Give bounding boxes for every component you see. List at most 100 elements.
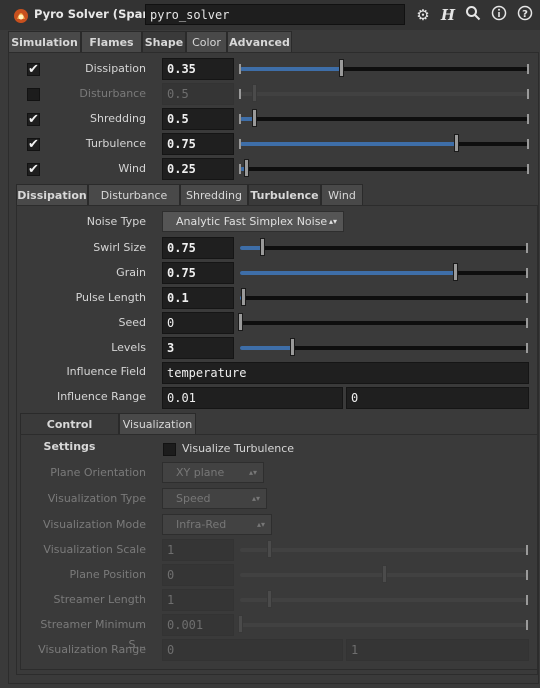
dissipation-slider-handle[interactable] <box>339 59 344 77</box>
streamer-minimum-s-slider[interactable] <box>238 615 528 633</box>
turbulence-toggle-checkbox[interactable]: ✔ <box>27 138 40 151</box>
levels-value-field[interactable]: 3 <box>162 337 234 359</box>
visualize-turbulence-label: Visualize Turbulence <box>182 442 295 455</box>
wind-value-field[interactable]: 0.25 <box>162 158 234 180</box>
swirl-size-slider[interactable] <box>240 238 528 256</box>
dissipation-toggle-checkbox[interactable]: ✔ <box>27 63 40 76</box>
disturbance-slider-handle[interactable] <box>252 84 257 102</box>
search-icon[interactable] <box>463 5 483 25</box>
levels-slider[interactable] <box>240 338 528 356</box>
grain-value-field[interactable]: 0.75 <box>162 262 234 284</box>
shredding-slider[interactable] <box>239 109 529 127</box>
pulse-length-slider-end-cap <box>526 293 528 303</box>
pulse-length-slider-handle[interactable] <box>241 288 246 306</box>
seed-slider[interactable] <box>238 313 528 331</box>
streamer-minimum-s-label: Streamer Minimum S... <box>40 618 146 651</box>
visualization-range-max[interactable]: 1 <box>346 639 529 661</box>
wind-slider-start-cap <box>239 164 241 174</box>
wind-slider[interactable] <box>239 159 529 177</box>
streamer-length-label: Streamer Length <box>53 593 146 606</box>
noise-type-label: Noise Type <box>86 215 146 228</box>
tab-turbulence[interactable]: Turbulence <box>248 184 321 206</box>
influence-field-input[interactable]: temperature <box>162 362 529 384</box>
disturbance-label: Disturbance <box>79 87 146 100</box>
seed-slider-end-cap <box>526 318 528 328</box>
disturbance-slider[interactable] <box>239 84 529 102</box>
plane-position-slider-handle[interactable] <box>382 565 387 583</box>
shredding-slider-handle[interactable] <box>252 109 257 127</box>
tab-shape[interactable]: Shape <box>142 31 186 53</box>
turbulence-slider-handle[interactable] <box>454 134 459 152</box>
influence-range-min[interactable]: 0.01 <box>162 387 343 409</box>
gear-icon[interactable]: ⚙ <box>413 5 433 25</box>
influence-range-max[interactable]: 0 <box>346 387 529 409</box>
tab-flames[interactable]: Flames <box>81 31 142 53</box>
streamer-minimum-s-slider-handle[interactable] <box>238 615 243 633</box>
plane-orientation-menu[interactable]: XY plane ▴▾ <box>162 462 264 483</box>
streamer-length-slider-handle[interactable] <box>267 590 272 608</box>
noise-type-menu[interactable]: Analytic Fast Simplex Noise ▴▾ <box>162 211 344 232</box>
levels-slider-handle[interactable] <box>290 338 295 356</box>
question-icon[interactable]: ? <box>515 5 535 25</box>
grain-slider-handle[interactable] <box>453 263 458 281</box>
levels-slider-fill <box>240 346 292 350</box>
visualization-scale-slider[interactable] <box>240 540 528 558</box>
tab-color[interactable]: Color <box>186 31 227 53</box>
shredding-toggle-checkbox[interactable]: ✔ <box>27 113 40 126</box>
top-tab-bar: Simulation Flames Shape Color Advanced <box>8 31 538 53</box>
visualization-type-menu[interactable]: Speed ▴▾ <box>162 488 267 509</box>
grain-slider-fill <box>240 271 455 275</box>
plane-position-value-field[interactable]: 0 <box>162 564 234 586</box>
disturbance-value-field[interactable]: 0.5 <box>162 83 234 105</box>
tab-control-settings[interactable]: Control Settings <box>20 413 119 453</box>
shredding-slider-start-cap <box>239 114 241 124</box>
tab-simulation[interactable]: Simulation <box>8 31 81 53</box>
info-icon[interactable] <box>489 5 509 25</box>
streamer-length-value-field[interactable]: 1 <box>162 589 234 611</box>
tab-wind[interactable]: Wind <box>321 184 363 206</box>
pulse-length-value-field[interactable]: 0.1 <box>162 287 234 309</box>
streamer-minimum-s-slider-end-cap <box>526 620 528 630</box>
streamer-minimum-s-value-field[interactable]: 0.001 <box>162 614 234 636</box>
visualize-turbulence-checkbox[interactable] <box>163 443 176 456</box>
node-name-field[interactable]: pyro_solver <box>145 4 405 25</box>
visualization-scale-slider-handle[interactable] <box>267 540 272 558</box>
streamer-length-slider[interactable] <box>240 590 528 608</box>
swirl-size-slider-handle[interactable] <box>260 238 265 256</box>
help-h-icon[interactable]: H <box>438 5 458 25</box>
visualization-range-label: Visualization Range <box>38 643 146 656</box>
shredding-label: Shredding <box>90 112 146 125</box>
seed-slider-handle[interactable] <box>238 313 243 331</box>
dissipation-value-field[interactable]: 0.35 <box>162 58 234 80</box>
plane-position-slider-end-cap <box>526 570 528 580</box>
tab-advanced[interactable]: Advanced <box>227 31 292 53</box>
noise-type-value: Analytic Fast Simplex Noise <box>176 215 328 228</box>
turbulence-slider-start-cap <box>239 139 241 149</box>
shredding-value-field[interactable]: 0.5 <box>162 108 234 130</box>
wind-slider-handle[interactable] <box>244 159 249 177</box>
sub-tab-bar: Dissipation Disturbance Shredding Turbul… <box>16 184 540 206</box>
turbulence-slider[interactable] <box>239 134 529 152</box>
swirl-size-slider-end-cap <box>526 243 528 253</box>
tab-disturbance[interactable]: Disturbance <box>88 184 180 206</box>
visualization-mode-menu[interactable]: Infra-Red ▴▾ <box>162 514 272 535</box>
disturbance-slider-end-cap <box>527 89 529 99</box>
seed-label: Seed <box>118 316 147 329</box>
tab-visualization[interactable]: Visualization <box>119 413 196 435</box>
visualization-scale-value-field[interactable]: 1 <box>162 539 234 561</box>
grain-slider[interactable] <box>240 263 528 281</box>
disturbance-toggle-checkbox[interactable] <box>27 88 40 101</box>
tab-shredding[interactable]: Shredding <box>180 184 248 206</box>
turbulence-slider-end-cap <box>527 139 529 149</box>
turbulence-label: Turbulence <box>85 137 146 150</box>
seed-value-field[interactable]: 0 <box>162 312 234 334</box>
plane-position-slider[interactable] <box>240 565 528 583</box>
swirl-size-value-field[interactable]: 0.75 <box>162 237 234 259</box>
pulse-length-slider[interactable] <box>240 288 528 306</box>
wind-toggle-checkbox[interactable]: ✔ <box>27 163 40 176</box>
turbulence-value-field[interactable]: 0.75 <box>162 133 234 155</box>
tab-dissipation[interactable]: Dissipation <box>16 184 88 206</box>
wind-slider-end-cap <box>527 164 529 174</box>
visualization-range-min[interactable]: 0 <box>162 639 343 661</box>
dissipation-slider[interactable] <box>239 59 529 77</box>
